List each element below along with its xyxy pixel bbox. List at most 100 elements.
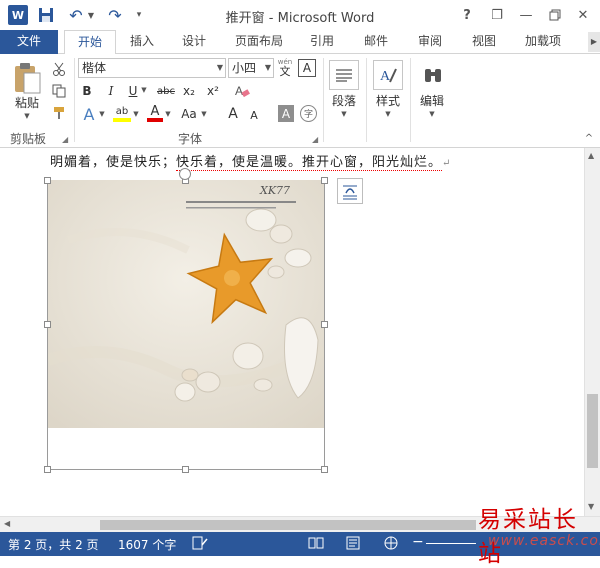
zoom-slider[interactable] (426, 543, 476, 544)
editing-label[interactable]: 编辑 (414, 92, 450, 109)
print-layout-icon[interactable] (346, 536, 360, 553)
change-case-dropdown-icon[interactable]: ▼ (200, 110, 208, 118)
clipboard-launcher-icon[interactable]: ◢ (62, 135, 68, 144)
underline-dropdown-icon[interactable]: ▼ (140, 86, 148, 94)
highlight-dropdown-icon[interactable]: ▼ (132, 110, 140, 118)
document-area[interactable]: 明媚着，使是快乐；快乐着，使是温暖。推开心窗，阳光灿烂。↵ XK77 (0, 148, 584, 516)
zoom-out-icon[interactable]: − (412, 534, 424, 550)
layout-options-icon[interactable] (337, 178, 363, 204)
horizontal-scroll-thumb[interactable] (100, 520, 476, 530)
chevron-down-icon[interactable]: ▼ (217, 59, 223, 77)
word-app-icon[interactable]: W (8, 5, 28, 25)
ribbon-tabs: 文件 开始 插入 设计 页面布局 引用 邮件 审阅 视图 加载项 ▶ (0, 30, 600, 55)
resize-handle-top-right[interactable] (321, 177, 328, 184)
styles-dropdown-icon[interactable]: ▼ (384, 110, 392, 118)
tab-home[interactable]: 开始 (64, 30, 116, 55)
text-effects-button[interactable]: A (80, 104, 98, 124)
copy-icon[interactable] (50, 82, 68, 100)
format-painter-icon[interactable] (50, 104, 68, 122)
tab-addins[interactable]: 加载项 (518, 30, 568, 54)
customize-quick-access-icon[interactable]: ▾ (134, 5, 144, 25)
restore-button[interactable] (544, 4, 566, 26)
undo-icon[interactable]: ↶ (68, 5, 84, 25)
rotate-handle-icon[interactable] (179, 168, 191, 180)
binoculars-icon[interactable] (418, 60, 448, 90)
highlight-button[interactable]: ab (112, 104, 132, 124)
tab-references[interactable]: 引用 (304, 30, 340, 54)
highlight-glyph: ab (115, 106, 129, 117)
text-segment-spell: 快乐着，使是温暖。推开心窗，阳光灿烂。 (176, 155, 443, 171)
help-button[interactable]: ? (456, 4, 478, 26)
save-icon[interactable] (37, 5, 55, 25)
resize-handle-bottom[interactable] (182, 466, 189, 473)
paste-label[interactable]: 粘贴 (10, 94, 44, 111)
chevron-down-icon[interactable]: ▼ (265, 59, 271, 77)
resize-handle-bottom-right[interactable] (321, 466, 328, 473)
vertical-scroll-thumb[interactable] (587, 394, 598, 468)
web-layout-icon[interactable] (384, 536, 398, 553)
font-launcher-icon[interactable]: ◢ (312, 135, 318, 144)
clear-formatting-icon[interactable]: A (232, 81, 252, 101)
font-color-dropdown-icon[interactable]: ▼ (164, 110, 172, 118)
word-count-status[interactable]: 1607 个字 (118, 536, 176, 553)
page-count-status[interactable]: 第 2 页，共 2 页 (8, 536, 99, 553)
tab-review[interactable]: 审阅 (412, 30, 448, 54)
phonetic-guide-button[interactable]: wén 文 (276, 56, 294, 78)
paste-icon[interactable] (10, 60, 44, 96)
ribbon: 粘贴 ▼ 剪贴板 ◢ 楷体 ▼ 小四 ▼ wén 文 A B I U ▼ abc… (0, 54, 600, 148)
bold-button[interactable]: B (80, 82, 94, 100)
resize-handle-right[interactable] (321, 321, 328, 328)
cut-icon[interactable] (50, 60, 68, 78)
redo-icon[interactable]: ↷ (107, 5, 123, 25)
styles-label[interactable]: 样式 (370, 92, 406, 109)
scroll-up-icon[interactable]: ▲ (588, 151, 594, 160)
svg-text:A: A (380, 69, 391, 84)
tab-page-layout[interactable]: 页面布局 (228, 30, 290, 54)
highlight-color-swatch (113, 118, 131, 122)
font-color-button[interactable]: A (146, 104, 164, 124)
ribbon-display-options-button[interactable]: ❐ (486, 4, 508, 26)
italic-button[interactable]: I (104, 82, 118, 100)
tab-mailings[interactable]: 邮件 (358, 30, 394, 54)
font-name-combo[interactable]: 楷体 ▼ (78, 58, 226, 78)
paragraph-label[interactable]: 段落 (326, 92, 362, 109)
close-button[interactable]: ✕ (572, 4, 594, 26)
paste-dropdown-icon[interactable]: ▼ (22, 112, 32, 120)
resize-handle-left[interactable] (44, 321, 51, 328)
font-size-combo[interactable]: 小四 ▼ (228, 58, 274, 78)
tab-scroll-right-icon[interactable]: ▶ (588, 32, 600, 52)
scroll-left-icon[interactable]: ◀ (4, 519, 10, 528)
proofing-icon[interactable] (192, 536, 208, 553)
tab-file[interactable]: 文件 (0, 30, 58, 54)
text-effects-dropdown-icon[interactable]: ▼ (98, 110, 106, 118)
paragraph-icon[interactable] (329, 60, 359, 90)
minimize-button[interactable]: — (515, 4, 537, 26)
text-segment: 明媚着，使是快乐； (50, 155, 177, 170)
group-divider (323, 58, 324, 142)
editing-dropdown-icon[interactable]: ▼ (428, 110, 436, 118)
styles-icon[interactable]: A (373, 60, 403, 90)
paragraph-dropdown-icon[interactable]: ▼ (340, 110, 348, 118)
enclose-characters-button[interactable]: 字 (300, 105, 317, 122)
resize-handle-top-left[interactable] (44, 177, 51, 184)
undo-dropdown-icon[interactable]: ▼ (86, 5, 96, 25)
collapse-ribbon-icon[interactable]: ^ (582, 132, 596, 144)
beach-photo[interactable]: XK77 (48, 180, 324, 428)
font-size-value: 小四 (232, 61, 257, 75)
grow-font-button[interactable]: A (226, 104, 240, 124)
change-case-button[interactable]: Aa (178, 104, 200, 124)
subscript-button[interactable]: x₂ (180, 82, 198, 100)
tab-view[interactable]: 视图 (466, 30, 502, 54)
underline-button[interactable]: U (126, 82, 140, 100)
resize-handle-bottom-left[interactable] (44, 466, 51, 473)
vertical-scrollbar[interactable]: ▲ ▼ (584, 148, 600, 516)
document-text-line[interactable]: 明媚着，使是快乐；快乐着，使是温暖。推开心窗，阳光灿烂。↵ (50, 151, 451, 171)
read-mode-icon[interactable] (308, 536, 324, 553)
character-border-button[interactable]: A (298, 59, 316, 77)
tab-design[interactable]: 设计 (176, 30, 212, 54)
superscript-button[interactable]: x² (204, 82, 222, 100)
tab-insert[interactable]: 插入 (124, 30, 160, 54)
strikethrough-button[interactable]: abc (156, 82, 176, 100)
character-shading-button[interactable]: A (278, 105, 294, 122)
shrink-font-button[interactable]: A (248, 106, 260, 124)
